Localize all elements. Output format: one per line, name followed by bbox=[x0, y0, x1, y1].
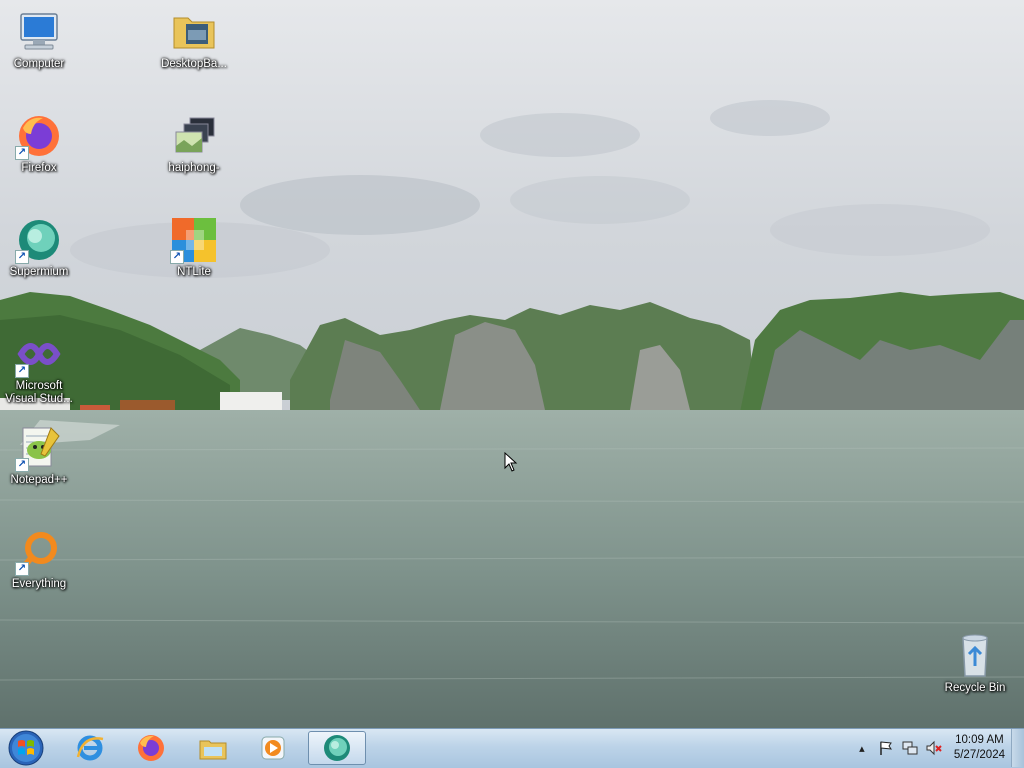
desktop-icon-notepadpp[interactable]: ↗ Notepad++ bbox=[1, 424, 77, 487]
desktop-icon-label: Recycle Bin bbox=[944, 682, 1006, 694]
desktop-icon-haiphong[interactable]: haiphong- bbox=[156, 112, 232, 175]
action-center-flag-icon[interactable] bbox=[878, 740, 894, 756]
desktop-icon-label: Firefox bbox=[21, 162, 57, 174]
file-explorer-icon bbox=[199, 740, 227, 760]
firefox-icon: ↗ bbox=[15, 112, 63, 160]
clock-time: 10:09 AM bbox=[955, 734, 1004, 746]
notepadpp-icon: ↗ bbox=[15, 424, 63, 472]
windows-orb-icon bbox=[8, 730, 44, 766]
mouse-pointer-icon bbox=[504, 452, 518, 472]
desktop-icon-label: Supermium bbox=[9, 266, 69, 278]
desktop-icon-supermium[interactable]: ↗ Supermium bbox=[1, 216, 77, 279]
folder-icon bbox=[170, 8, 218, 56]
computer-icon bbox=[15, 8, 63, 56]
image-file-icon bbox=[170, 112, 218, 160]
desktop-icon-recycle-bin[interactable]: Recycle Bin bbox=[937, 632, 1013, 695]
desktop-icon-ntlite[interactable]: ↗ NTLite bbox=[156, 216, 232, 279]
supermium-icon: ↗ bbox=[15, 216, 63, 264]
shortcut-arrow-icon: ↗ bbox=[15, 458, 29, 472]
media-player-icon bbox=[261, 736, 285, 760]
desktop-icon-label: DesktopBa... bbox=[161, 58, 227, 70]
taskbar-supermium[interactable] bbox=[308, 731, 366, 765]
desktop-icon-label: Notepad++ bbox=[10, 474, 68, 486]
desktop-icon-visual-studio[interactable]: ↗ Microsoft Visual Stud... bbox=[1, 330, 77, 406]
desktop-icon-everything[interactable]: ↗ Everything bbox=[1, 528, 77, 591]
system-tray: ▴ 10:09 AM 5/27/2024 bbox=[850, 729, 1024, 767]
desktop-icon-firefox[interactable]: ↗ Firefox bbox=[1, 112, 77, 175]
volume-muted-icon[interactable] bbox=[926, 740, 942, 756]
desktop-wallpaper bbox=[0, 0, 1024, 728]
firefox-icon bbox=[138, 735, 164, 761]
everything-icon: ↗ bbox=[15, 528, 63, 576]
shortcut-arrow-icon: ↗ bbox=[15, 250, 29, 264]
show-desktop-button[interactable] bbox=[1011, 729, 1024, 767]
taskbar-firefox[interactable] bbox=[125, 731, 177, 765]
taskbar: ▴ 10:09 AM 5/27/2024 bbox=[0, 728, 1024, 768]
shortcut-arrow-icon: ↗ bbox=[15, 562, 29, 576]
ntlite-icon: ↗ bbox=[170, 216, 218, 264]
desktop-icon-label: Computer bbox=[13, 58, 65, 70]
network-icon[interactable] bbox=[902, 740, 918, 756]
desktop-icon-label: Microsoft Visual Stud... bbox=[5, 380, 73, 405]
visual-studio-icon: ↗ bbox=[15, 330, 63, 378]
show-hidden-icons-arrow[interactable]: ▴ bbox=[854, 740, 870, 756]
desktop-icon-computer[interactable]: Computer bbox=[1, 8, 77, 71]
shortcut-arrow-icon: ↗ bbox=[15, 146, 29, 160]
start-button[interactable] bbox=[4, 730, 48, 766]
clock-date: 5/27/2024 bbox=[953, 749, 1005, 761]
taskbar-file-explorer[interactable] bbox=[187, 731, 239, 765]
desktop-icon-label: Everything bbox=[11, 578, 67, 590]
desktop-icon-label: NTLite bbox=[177, 266, 211, 278]
supermium-icon bbox=[324, 735, 350, 761]
taskbar-clock[interactable]: 10:09 AM 5/27/2024 bbox=[954, 733, 1005, 763]
desktop-icon-label: haiphong- bbox=[168, 162, 220, 174]
shortcut-arrow-icon: ↗ bbox=[15, 364, 29, 378]
taskbar-media-player[interactable] bbox=[247, 731, 299, 765]
internet-explorer-icon bbox=[76, 735, 104, 761]
taskbar-internet-explorer[interactable] bbox=[64, 731, 116, 765]
recycle-bin-icon bbox=[951, 632, 999, 680]
shortcut-arrow-icon: ↗ bbox=[170, 250, 184, 264]
desktop-icon-desktopba[interactable]: DesktopBa... bbox=[156, 8, 232, 71]
